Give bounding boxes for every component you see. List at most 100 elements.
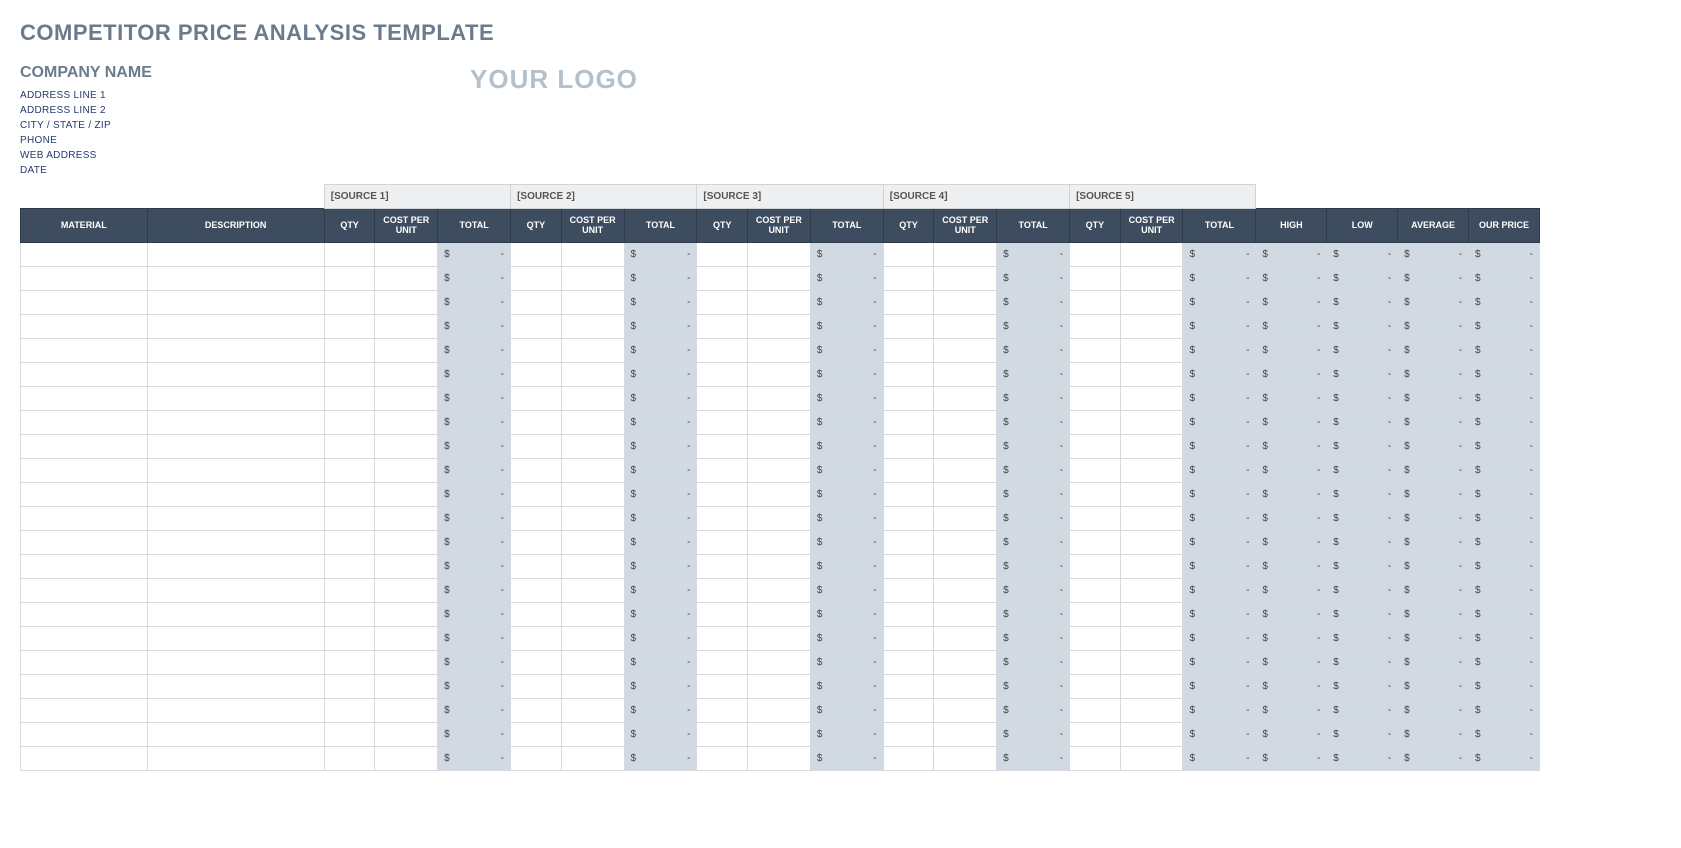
cell-cpu[interactable] [748,555,811,579]
cell-qty[interactable] [1070,435,1121,459]
cell-cpu[interactable] [375,267,438,291]
cell-cpu[interactable] [1120,483,1183,507]
cell-qty[interactable] [1070,483,1121,507]
cell-cpu[interactable] [1120,363,1183,387]
cell-qty[interactable] [1070,699,1121,723]
cell-qty[interactable] [511,747,562,771]
cell-qty[interactable] [883,531,934,555]
cell-material[interactable] [21,507,148,531]
cell-qty[interactable] [511,483,562,507]
cell-cpu[interactable] [934,243,997,267]
cell-qty[interactable] [883,291,934,315]
cell-qty[interactable] [697,699,748,723]
cell-qty[interactable] [324,627,375,651]
cell-cpu[interactable] [934,675,997,699]
cell-cpu[interactable] [561,531,624,555]
cell-qty[interactable] [1070,603,1121,627]
cell-description[interactable] [147,315,324,339]
cell-qty[interactable] [883,459,934,483]
cell-qty[interactable] [1070,675,1121,699]
cell-qty[interactable] [324,363,375,387]
cell-qty[interactable] [1070,579,1121,603]
cell-cpu[interactable] [934,411,997,435]
cell-cpu[interactable] [934,555,997,579]
cell-cpu[interactable] [1120,699,1183,723]
cell-cpu[interactable] [375,555,438,579]
cell-qty[interactable] [324,555,375,579]
cell-qty[interactable] [1070,243,1121,267]
cell-material[interactable] [21,531,148,555]
cell-qty[interactable] [511,339,562,363]
cell-qty[interactable] [1070,531,1121,555]
cell-qty[interactable] [324,387,375,411]
cell-qty[interactable] [511,675,562,699]
cell-cpu[interactable] [748,483,811,507]
cell-description[interactable] [147,291,324,315]
cell-cpu[interactable] [748,603,811,627]
cell-material[interactable] [21,483,148,507]
cell-cpu[interactable] [1120,723,1183,747]
cell-qty[interactable] [883,555,934,579]
cell-cpu[interactable] [561,363,624,387]
cell-qty[interactable] [1070,291,1121,315]
cell-description[interactable] [147,243,324,267]
cell-cpu[interactable] [1120,603,1183,627]
cell-qty[interactable] [883,483,934,507]
cell-cpu[interactable] [375,483,438,507]
cell-description[interactable] [147,483,324,507]
cell-qty[interactable] [883,363,934,387]
cell-cpu[interactable] [561,387,624,411]
cell-qty[interactable] [883,603,934,627]
cell-qty[interactable] [883,435,934,459]
cell-cpu[interactable] [561,579,624,603]
cell-cpu[interactable] [1120,339,1183,363]
cell-cpu[interactable] [748,363,811,387]
cell-qty[interactable] [1070,387,1121,411]
cell-cpu[interactable] [1120,747,1183,771]
cell-cpu[interactable] [934,603,997,627]
cell-qty[interactable] [511,555,562,579]
cell-cpu[interactable] [375,507,438,531]
cell-material[interactable] [21,291,148,315]
cell-qty[interactable] [697,363,748,387]
cell-qty[interactable] [697,651,748,675]
cell-qty[interactable] [324,675,375,699]
cell-description[interactable] [147,603,324,627]
cell-cpu[interactable] [748,315,811,339]
cell-cpu[interactable] [934,339,997,363]
cell-cpu[interactable] [1120,531,1183,555]
cell-qty[interactable] [324,315,375,339]
cell-cpu[interactable] [1120,243,1183,267]
cell-cpu[interactable] [748,531,811,555]
cell-cpu[interactable] [748,651,811,675]
cell-material[interactable] [21,699,148,723]
cell-cpu[interactable] [561,603,624,627]
cell-qty[interactable] [324,483,375,507]
cell-material[interactable] [21,411,148,435]
cell-qty[interactable] [697,579,748,603]
cell-description[interactable] [147,507,324,531]
cell-cpu[interactable] [1120,627,1183,651]
cell-cpu[interactable] [1120,291,1183,315]
cell-qty[interactable] [1070,627,1121,651]
cell-qty[interactable] [324,411,375,435]
cell-material[interactable] [21,723,148,747]
cell-cpu[interactable] [1120,411,1183,435]
cell-cpu[interactable] [748,459,811,483]
cell-cpu[interactable] [561,747,624,771]
cell-description[interactable] [147,387,324,411]
cell-qty[interactable] [883,507,934,531]
cell-cpu[interactable] [375,747,438,771]
cell-material[interactable] [21,603,148,627]
cell-qty[interactable] [1070,723,1121,747]
cell-description[interactable] [147,339,324,363]
cell-qty[interactable] [511,723,562,747]
cell-cpu[interactable] [1120,579,1183,603]
cell-cpu[interactable] [375,315,438,339]
cell-qty[interactable] [697,291,748,315]
cell-qty[interactable] [883,387,934,411]
cell-qty[interactable] [697,555,748,579]
cell-description[interactable] [147,579,324,603]
cell-cpu[interactable] [375,699,438,723]
cell-cpu[interactable] [934,483,997,507]
